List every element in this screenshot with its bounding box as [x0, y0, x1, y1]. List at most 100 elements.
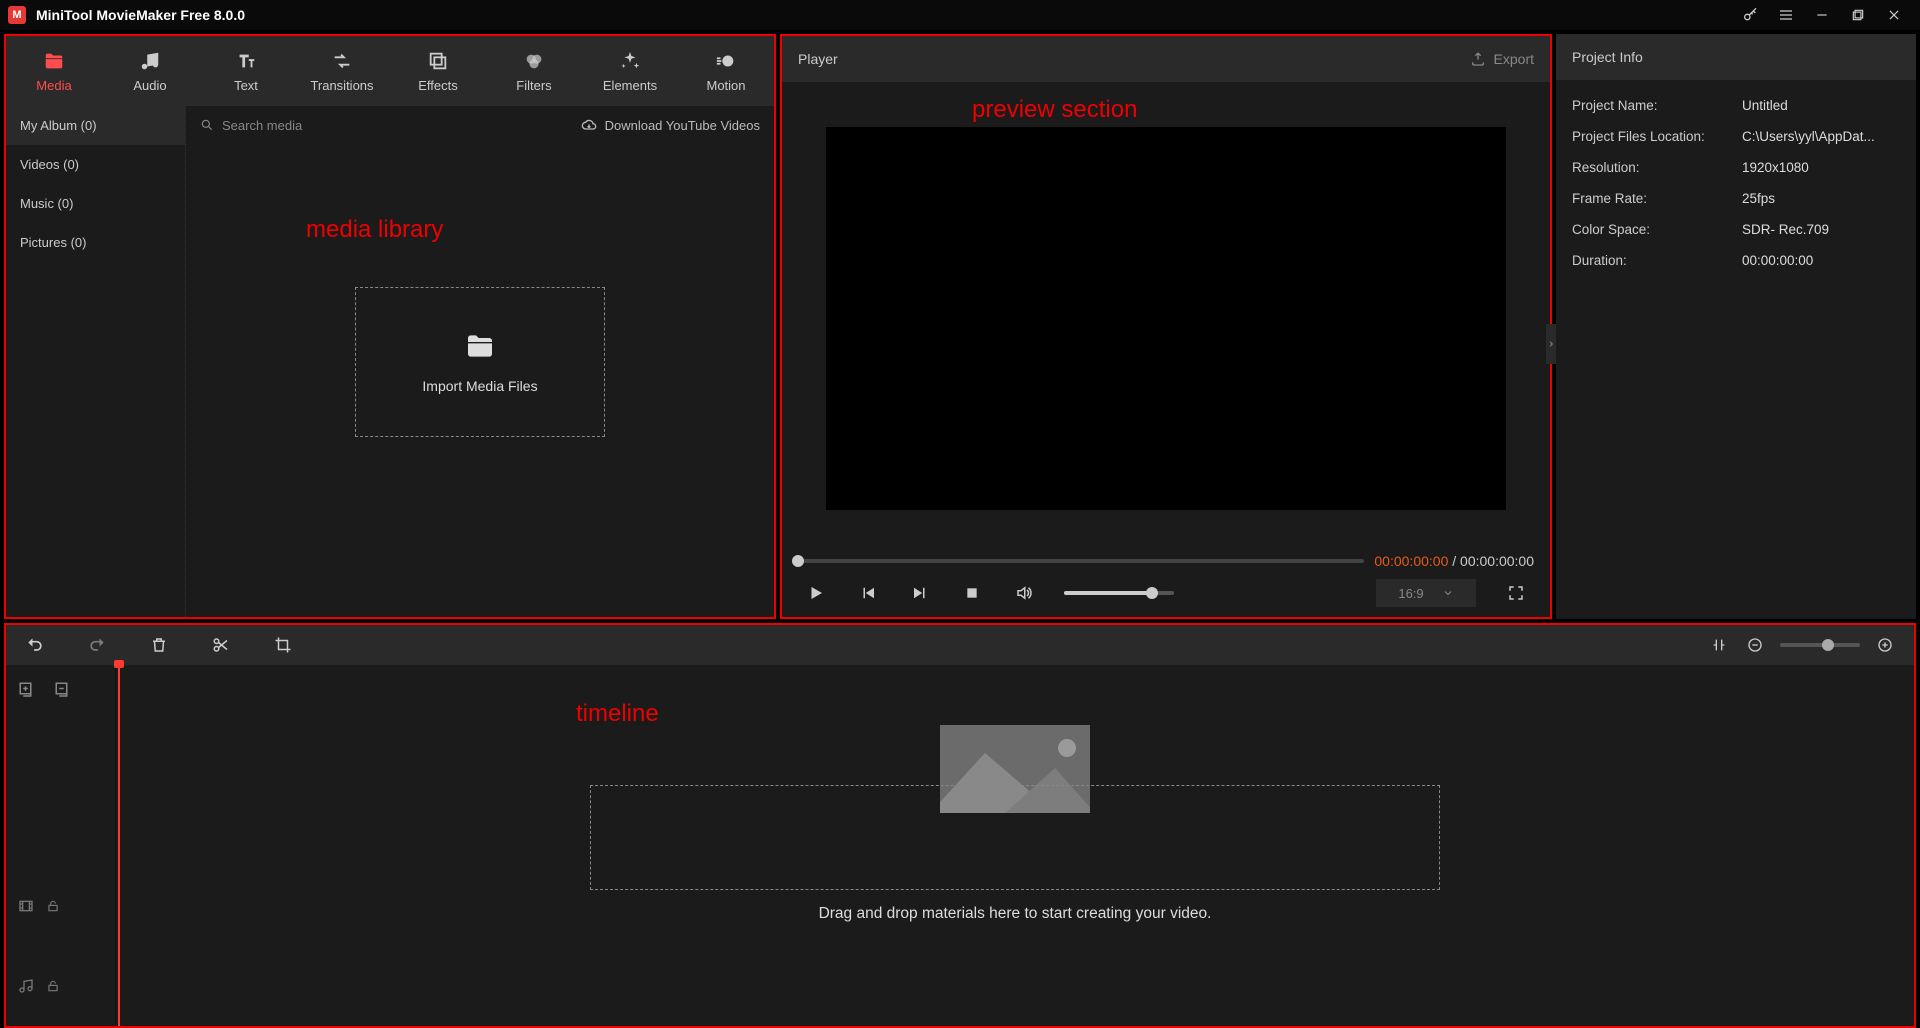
music-note-icon	[139, 50, 161, 72]
project-info-panel: Project Info Project Name:Untitled Proje…	[1556, 34, 1916, 619]
search-placeholder: Search media	[222, 118, 302, 133]
import-media-label: Import Media Files	[422, 378, 537, 394]
volume-slider[interactable]	[1064, 591, 1174, 595]
album-pictures[interactable]: Pictures (0)	[6, 223, 185, 262]
tab-effects[interactable]: Effects	[390, 36, 486, 106]
timecode-current: 00:00:00:00	[1374, 553, 1448, 569]
tab-label: Elements	[603, 78, 657, 93]
timecode-total: 00:00:00:00	[1460, 553, 1534, 569]
tab-label: Filters	[516, 78, 551, 93]
project-info-body: Project Name:Untitled Project Files Loca…	[1556, 80, 1916, 286]
split-button[interactable]	[210, 634, 232, 656]
effects-icon	[427, 50, 449, 72]
motion-icon	[715, 50, 737, 72]
proj-row-framerate: Frame Rate:25fps	[1572, 183, 1900, 214]
tab-transitions[interactable]: Transitions	[294, 36, 390, 106]
video-track-icon	[18, 898, 34, 914]
next-frame-button[interactable]	[908, 581, 932, 605]
search-icon	[200, 118, 214, 132]
audio-track-header	[6, 946, 115, 1026]
timeline-panel: timeline Drag and drop materials here to…	[4, 623, 1916, 1028]
tab-motion[interactable]: Motion	[678, 36, 774, 106]
export-label: Export	[1494, 51, 1534, 67]
media-category-tabs: Media Audio Text Transitions Effects Fil…	[6, 36, 774, 106]
aspect-ratio-value: 16:9	[1398, 586, 1423, 601]
preview-canvas	[798, 94, 1534, 543]
video-track-header	[6, 866, 115, 946]
tab-label: Text	[234, 78, 258, 93]
tab-media[interactable]: Media	[6, 36, 102, 106]
zoom-in-button[interactable]	[1874, 634, 1896, 656]
annotation-timeline: timeline	[576, 700, 659, 728]
media-area: Search media Download YouTube Videos Imp…	[186, 106, 774, 617]
sparkle-icon	[619, 50, 641, 72]
stop-button[interactable]	[960, 581, 984, 605]
prev-frame-button[interactable]	[856, 581, 880, 605]
tab-elements[interactable]: Elements	[582, 36, 678, 106]
tab-audio[interactable]: Audio	[102, 36, 198, 106]
timeline-dropzone[interactable]	[590, 785, 1440, 890]
volume-button[interactable]	[1012, 581, 1036, 605]
panel-collapse-handle[interactable]	[1546, 324, 1556, 364]
export-icon	[1470, 51, 1486, 67]
title-bar: M MiniTool MovieMaker Free 8.0.0	[0, 0, 1920, 30]
album-videos[interactable]: Videos (0)	[6, 145, 185, 184]
timeline-tracks[interactable]: timeline Drag and drop materials here to…	[116, 665, 1914, 1026]
download-youtube-label: Download YouTube Videos	[605, 118, 760, 133]
video-preview[interactable]	[826, 127, 1506, 510]
crop-button[interactable]	[272, 634, 294, 656]
tab-filters[interactable]: Filters	[486, 36, 582, 106]
tab-label: Media	[36, 78, 71, 93]
proj-row-colorspace: Color Space:SDR- Rec.709	[1572, 214, 1900, 245]
play-button[interactable]	[804, 581, 828, 605]
zoom-slider[interactable]	[1780, 643, 1860, 647]
cloud-download-icon	[581, 117, 597, 133]
media-library-panel: Media Audio Text Transitions Effects Fil…	[4, 34, 776, 619]
zoom-out-button[interactable]	[1744, 634, 1766, 656]
app-icon: M	[8, 6, 26, 24]
maximize-button[interactable]	[1840, 1, 1876, 29]
hamburger-menu-icon[interactable]	[1768, 1, 1804, 29]
transitions-icon	[331, 50, 353, 72]
close-button[interactable]	[1876, 1, 1912, 29]
tab-label: Transitions	[310, 78, 373, 93]
chevron-down-icon	[1442, 587, 1454, 599]
activate-key-icon[interactable]	[1732, 1, 1768, 29]
folder-icon	[43, 50, 65, 72]
lock-icon[interactable]	[46, 979, 60, 993]
proj-row-duration: Duration:00:00:00:00	[1572, 245, 1900, 276]
add-track-icon[interactable]	[18, 681, 36, 699]
timeline-toolbar	[6, 625, 1914, 665]
aspect-ratio-select[interactable]: 16:9	[1376, 579, 1476, 607]
lock-icon[interactable]	[46, 899, 60, 913]
proj-row-location: Project Files Location:C:\Users\yyl\AppD…	[1572, 121, 1900, 152]
minimize-button[interactable]	[1804, 1, 1840, 29]
playhead[interactable]	[118, 664, 120, 1026]
tab-label: Audio	[133, 78, 166, 93]
delete-button[interactable]	[148, 634, 170, 656]
fullscreen-button[interactable]	[1504, 581, 1528, 605]
timeline-drop-message: Drag and drop materials here to start cr…	[819, 905, 1212, 923]
remove-track-icon[interactable]	[54, 681, 72, 699]
undo-button[interactable]	[24, 634, 46, 656]
timecode-sep: /	[1448, 553, 1460, 569]
album-music[interactable]: Music (0)	[6, 184, 185, 223]
redo-button[interactable]	[86, 634, 108, 656]
tab-text[interactable]: Text	[198, 36, 294, 106]
timecode: 00:00:00:00 / 00:00:00:00	[1374, 553, 1534, 569]
search-media[interactable]: Search media	[200, 118, 571, 133]
import-media-button[interactable]: Import Media Files	[355, 287, 605, 437]
seek-slider[interactable]	[798, 559, 1364, 563]
text-icon	[235, 50, 257, 72]
proj-row-resolution: Resolution:1920x1080	[1572, 152, 1900, 183]
track-header-column	[6, 665, 116, 1026]
audio-track-icon	[18, 978, 34, 994]
app-title: MiniTool MovieMaker Free 8.0.0	[36, 7, 1732, 23]
player-title: Player	[798, 51, 838, 67]
album-my-album[interactable]: My Album (0)	[6, 106, 185, 145]
album-list: My Album (0) Videos (0) Music (0) Pictur…	[6, 106, 186, 617]
download-youtube-link[interactable]: Download YouTube Videos	[581, 117, 760, 133]
export-button[interactable]: Export	[1470, 51, 1534, 67]
project-info-title: Project Info	[1556, 34, 1916, 80]
timeline-fit-button[interactable]	[1708, 634, 1730, 656]
